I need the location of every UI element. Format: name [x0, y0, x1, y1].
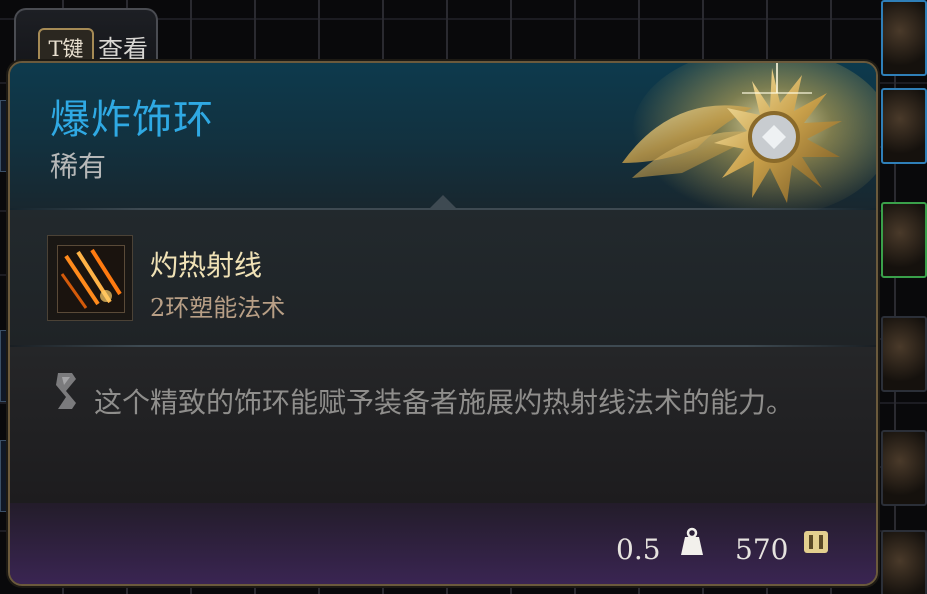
examine-hint[interactable]: T键 查看 [14, 8, 158, 70]
divider-notch [429, 195, 457, 209]
scorching-ray-icon [57, 245, 125, 313]
item-rarity: 稀有 [50, 150, 107, 183]
item-description: 这个精致的饰环能赋予装备者施展灼热射线法术的能力。 [94, 386, 795, 419]
ornate-gold-circlet-icon [622, 63, 876, 218]
inventory-slot[interactable] [881, 430, 927, 506]
inventory-slot[interactable] [881, 0, 927, 76]
inventory-slot[interactable] [881, 530, 927, 594]
inventory-slot[interactable] [881, 202, 927, 278]
inventory-slot[interactable] [881, 316, 927, 392]
quill-icon [56, 373, 76, 409]
tooltip-footer: 0.5 570 [10, 503, 876, 584]
item-name: 爆炸饰环 [50, 97, 214, 143]
weight-icon [681, 527, 703, 555]
game-screen: T键 查看 爆炸饰环 稀有 灼热射线 2环塑能法术 这个精致的饰环能赋予装备者施… [0, 0, 927, 594]
spell-name: 灼热射线 [150, 249, 263, 282]
spell-section: 灼热射线 2环塑能法术 [10, 210, 876, 345]
weight-value: 0.5 [616, 533, 661, 566]
tooltip-header: 爆炸饰环 稀有 [10, 63, 876, 218]
price-value: 570 [735, 533, 789, 566]
spell-level: 2环塑能法术 [150, 294, 286, 322]
spell-slot[interactable] [47, 235, 133, 321]
description-section: 这个精致的饰环能赋予装备者施展灼热射线法术的能力。 [10, 347, 876, 503]
gold-coin-icon [804, 531, 828, 553]
item-tooltip: 爆炸饰环 稀有 灼热射线 2环塑能法术 这个精致的饰环能赋予装备者施展灼热射线法… [8, 61, 878, 586]
inventory-slot[interactable] [881, 88, 927, 164]
